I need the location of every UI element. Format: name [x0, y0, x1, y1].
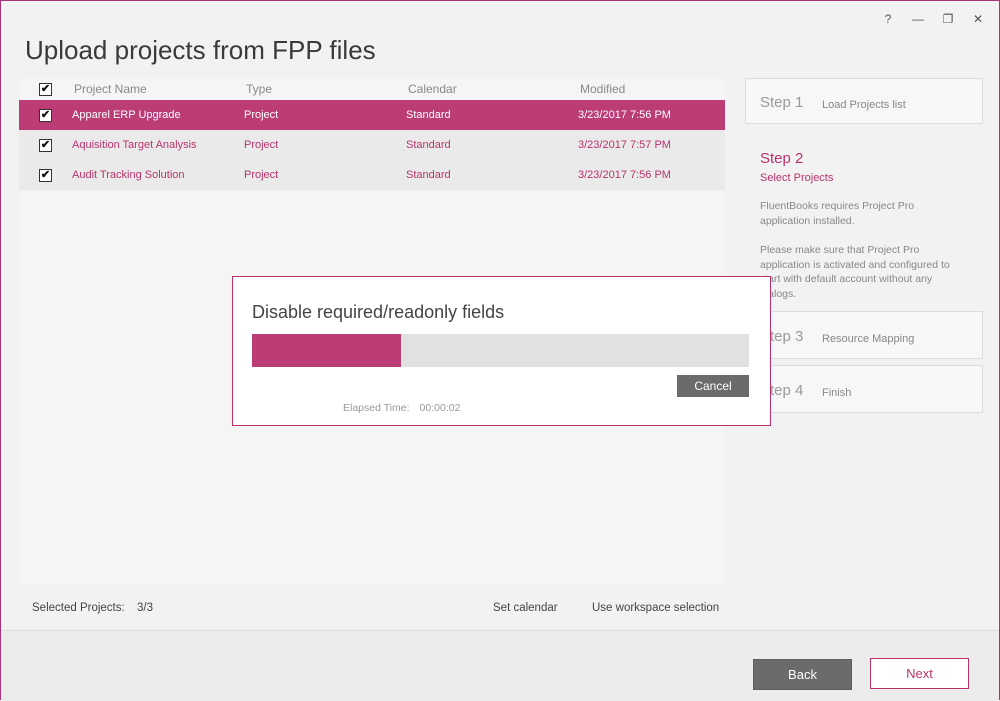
- step-description: FluentBooks requires Project Pro applica…: [760, 200, 915, 227]
- progress-bar: [252, 334, 749, 367]
- progress-dialog: Disable required/readonly fields Cancel …: [232, 276, 771, 426]
- grid-header: ✔ Project Name Type Calendar Modified: [19, 78, 725, 100]
- step-label: Resource Mapping: [822, 333, 915, 345]
- table-row[interactable]: ✔ Apparel ERP Upgrade Project Standard 3…: [19, 100, 725, 130]
- page-title: Upload projects from FPP files: [25, 35, 376, 65]
- column-header-type[interactable]: Type: [246, 78, 272, 100]
- step-3: Step 3 Resource Mapping: [745, 311, 983, 359]
- set-calendar-link[interactable]: Set calendar: [493, 602, 558, 614]
- use-workspace-selection-link[interactable]: Use workspace selection: [592, 602, 719, 614]
- project-modified: 3/23/2017 7:56 PM: [578, 169, 671, 181]
- step-number: Step 1: [760, 94, 804, 111]
- minimize-icon[interactable]: —: [911, 9, 925, 29]
- table-row[interactable]: ✔ Audit Tracking Solution Project Standa…: [19, 160, 725, 190]
- progress-bar-fill: [252, 334, 402, 367]
- project-calendar[interactable]: Standard: [406, 160, 451, 190]
- step-label: Finish: [822, 387, 852, 399]
- select-all-checkbox[interactable]: ✔: [39, 83, 52, 96]
- step-label: Load Projects list: [822, 99, 906, 111]
- project-modified: 3/23/2017 7:57 PM: [578, 139, 671, 151]
- project-name: Apparel ERP Upgrade: [72, 109, 181, 121]
- project-type: Project: [244, 139, 279, 151]
- project-calendar[interactable]: Standard: [406, 100, 451, 130]
- step-1: Step 1 Load Projects list: [745, 78, 983, 124]
- project-name: Audit Tracking Solution: [72, 169, 185, 181]
- restore-icon[interactable]: ❐: [941, 9, 955, 29]
- row-checkbox[interactable]: ✔: [39, 169, 52, 182]
- column-header-calendar[interactable]: Calendar: [408, 78, 457, 100]
- row-checkbox[interactable]: ✔: [39, 139, 52, 152]
- table-row[interactable]: ✔ Aquisition Target Analysis Project Sta…: [19, 130, 725, 160]
- project-type: Project: [244, 169, 279, 181]
- close-icon[interactable]: ✕: [971, 9, 985, 29]
- elapsed-time-value: 00:00:02: [419, 402, 461, 414]
- elapsed-time-label: Elapsed Time:: [343, 402, 410, 414]
- project-modified: 3/23/2017 7:56 PM: [578, 109, 671, 121]
- selected-projects-label: Selected Projects:: [32, 602, 125, 614]
- column-header-project-name[interactable]: Project Name: [74, 78, 147, 100]
- selection-footer: Selected Projects: 3/3 Set calendar Use …: [19, 596, 725, 622]
- app-window: ? — ❐ ✕ Upload projects from FPP files ✔…: [0, 0, 1000, 701]
- row-checkbox[interactable]: ✔: [39, 109, 52, 122]
- column-header-modified[interactable]: Modified: [580, 78, 625, 100]
- project-calendar[interactable]: Standard: [406, 130, 451, 160]
- elapsed-time: Elapsed Time: 00:00:02: [343, 402, 460, 414]
- next-button[interactable]: Next: [870, 658, 969, 689]
- step-description: Please make sure that Project Pro applic…: [760, 244, 950, 300]
- window-controls: ? — ❐ ✕: [881, 9, 985, 29]
- back-button[interactable]: Back: [753, 659, 852, 690]
- step-number: Step 2: [760, 150, 804, 167]
- wizard-nav-bar: Back Next: [1, 630, 999, 701]
- project-type: Project: [244, 109, 279, 121]
- project-name: Aquisition Target Analysis: [72, 139, 197, 151]
- cancel-button[interactable]: Cancel: [677, 375, 749, 397]
- step-4: Step 4 Finish: [745, 365, 983, 413]
- step-label: Select Projects: [760, 172, 834, 184]
- dialog-title: Disable required/readonly fields: [252, 302, 505, 322]
- selected-projects-count: 3/3: [137, 602, 153, 614]
- help-icon[interactable]: ?: [881, 9, 895, 29]
